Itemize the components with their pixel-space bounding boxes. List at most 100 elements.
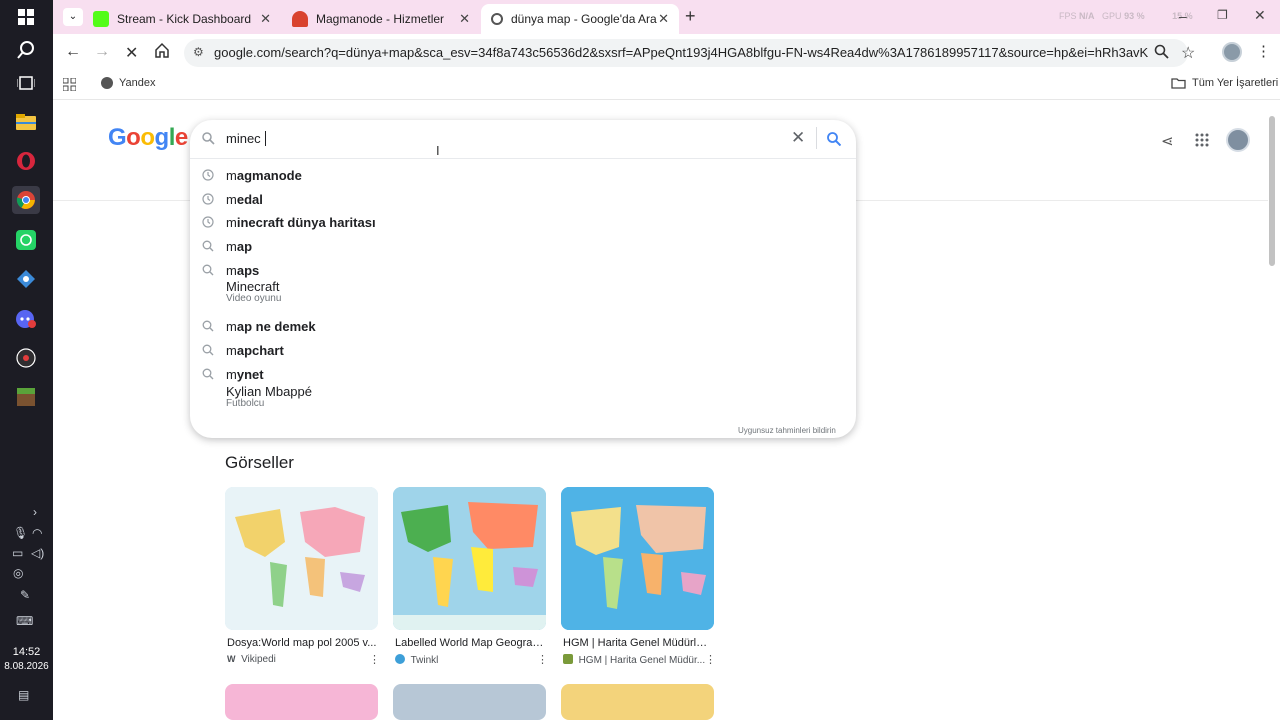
address-bar[interactable]: ⚙ google.com/search?q=dünya+map&sca_esv=… — [184, 39, 1188, 67]
bookmarks-bar: Yandex Tüm Yer İşaretleri — [53, 72, 1280, 100]
suggestion-prefix: m — [226, 263, 237, 278]
suggestion-subtitle: Futbolcu — [226, 398, 265, 409]
close-tab-icon[interactable]: ✕ — [658, 11, 669, 27]
suggestion-prefix: m — [226, 367, 237, 382]
opera-icon[interactable] — [12, 147, 40, 175]
menu-icon[interactable]: ⋮ — [1256, 42, 1271, 60]
suggestion-item[interactable]: Kylian Mbappé Futbolcu — [190, 384, 856, 410]
tab-label: Stream - Kick Dashboard — [117, 12, 252, 26]
close-tab-icon[interactable]: ✕ — [459, 11, 470, 27]
search-icon — [202, 240, 216, 254]
tab-search-button[interactable]: ⌄ — [63, 8, 83, 26]
search-dropdown: minec ✕ magmanode medal minecraft dünya ha… — [190, 120, 856, 438]
minimize-button[interactable]: – — [1179, 8, 1187, 24]
suggestion-item[interactable]: map — [190, 235, 856, 259]
close-tab-icon[interactable]: ✕ — [260, 11, 271, 27]
image-caption[interactable]: Dosya:World map pol 2005 v... — [227, 637, 377, 649]
suggestion-item[interactable]: map ne demek — [190, 315, 856, 339]
task-view-icon[interactable] — [12, 69, 40, 97]
suggestion-item[interactable]: maps — [190, 259, 856, 283]
image-result-3[interactable] — [561, 487, 714, 630]
chevron-up-icon[interactable]: › — [33, 505, 37, 519]
search-icon — [202, 344, 216, 358]
google-logo[interactable]: Google — [108, 124, 188, 152]
tab-kick-dashboard[interactable]: Stream - Kick Dashboard ✕ — [83, 4, 281, 34]
image-caption[interactable]: HGM | Harita Genel Müdürlüğ... — [563, 637, 713, 649]
keyboard-icon[interactable]: ⌨ — [16, 614, 33, 628]
image-result-6[interactable] — [561, 684, 714, 720]
tab-label: dünya map - Google'da Ara — [511, 12, 657, 26]
more-options-icon[interactable]: ⋮ — [705, 653, 716, 666]
image-result-4[interactable] — [225, 684, 378, 720]
suggestion-item[interactable]: mapchart — [190, 339, 856, 363]
maximize-button[interactable]: ❐ — [1217, 8, 1228, 22]
search-icon[interactable] — [12, 36, 40, 64]
google-search-page: Google ⋖ minec ✕ magmanode medal minecraft… — [53, 101, 1280, 720]
settings-icon[interactable]: ◎ — [13, 566, 23, 580]
images-heading: Görseller — [225, 453, 294, 472]
suggestion-completion: ap ne demek — [236, 319, 316, 334]
stop-loading-button[interactable]: ✕ — [125, 43, 138, 63]
image-source[interactable]: Twinkl — [395, 654, 438, 666]
home-button[interactable] — [154, 42, 170, 63]
clock-date[interactable]: 8.08.2026 — [0, 660, 53, 673]
clear-search-button[interactable]: ✕ — [791, 128, 805, 148]
back-button[interactable]: ← — [65, 43, 81, 61]
more-options-icon[interactable]: ⋮ — [369, 653, 380, 666]
image-source[interactable]: W Vikipedi — [227, 654, 276, 665]
folder-icon — [1171, 78, 1186, 89]
page-scrollbar[interactable] — [1269, 116, 1275, 266]
bookmark-star-icon[interactable]: ☆ — [1181, 43, 1195, 63]
forward-button[interactable]: → — [94, 43, 110, 61]
report-predictions-link[interactable]: Uygunsuz tahminleri bildirin — [738, 426, 836, 435]
image-result-5[interactable] — [393, 684, 546, 720]
tab-magmanode[interactable]: Magmanode - Hizmetler ✕ — [282, 4, 480, 34]
suggestion-completion: Kylian Mbappé — [226, 384, 312, 399]
discord-icon[interactable] — [12, 305, 40, 333]
tab-google-search[interactable]: dünya map - Google'da Ara ✕ — [481, 4, 679, 34]
share-icon[interactable]: ⋖ — [1161, 132, 1174, 150]
apps-icon[interactable] — [62, 77, 77, 96]
obs-icon[interactable] — [12, 344, 40, 372]
file-explorer-icon[interactable] — [12, 108, 40, 136]
search-input[interactable]: minec — [226, 131, 261, 146]
volume-icon[interactable]: ◁) — [31, 546, 44, 560]
close-window-button[interactable]: ✕ — [1254, 7, 1266, 24]
globe-icon — [101, 77, 113, 89]
battery-icon[interactable]: ▭ — [12, 546, 23, 560]
divider — [816, 127, 817, 149]
pen-icon[interactable]: ✎ — [20, 588, 30, 602]
image-result-1[interactable] — [225, 487, 378, 630]
suggestion-item[interactable]: medal — [190, 188, 856, 212]
url-text: google.com/search?q=dünya+map&sca_esv=34… — [214, 45, 1149, 60]
text-cursor-icon: I — [436, 143, 440, 158]
image-caption[interactable]: Labelled World Map Geograp... — [395, 637, 545, 649]
search-submit-icon[interactable] — [827, 132, 842, 151]
image-result-2[interactable] — [393, 487, 546, 630]
clock-time[interactable]: 14:52 — [0, 646, 53, 659]
image-source[interactable]: HGM | Harita Genel Müdür... — [563, 654, 705, 666]
suggestion-text: map ne demek — [226, 319, 316, 334]
more-options-icon[interactable]: ⋮ — [537, 653, 548, 666]
profile-avatar[interactable] — [1222, 42, 1242, 62]
account-avatar[interactable] — [1226, 128, 1250, 152]
chrome-icon[interactable] — [12, 186, 40, 214]
bookmark-yandex[interactable]: Yandex — [101, 77, 156, 89]
tab-strip: ⌄ Stream - Kick Dashboard ✕ Magmanode - … — [53, 0, 1280, 34]
suggestion-item[interactable]: Minecraft Video oyunu — [190, 279, 856, 305]
new-tab-button[interactable]: + — [685, 6, 696, 27]
all-bookmarks-button[interactable]: Tüm Yer İşaretleri — [1171, 77, 1278, 89]
suggestion-item[interactable]: minecraft dünya haritası — [190, 211, 856, 235]
minecraft-icon[interactable] — [12, 383, 40, 411]
app-icon[interactable] — [12, 265, 40, 293]
suggestion-item[interactable]: magmanode — [190, 164, 856, 188]
suggestion-completion: apchart — [236, 343, 284, 358]
google-apps-icon[interactable] — [1195, 133, 1209, 152]
notifications-icon[interactable]: ▤ — [18, 688, 29, 702]
whatsapp-icon[interactable] — [12, 226, 40, 254]
windows-start-icon[interactable] — [12, 3, 40, 31]
site-info-icon[interactable]: ⚙ — [193, 45, 204, 59]
zoom-search-icon[interactable] — [1154, 44, 1169, 64]
microphone-icon[interactable]: 🎙 — [13, 526, 28, 540]
wifi-icon[interactable]: ◠ — [32, 526, 42, 540]
